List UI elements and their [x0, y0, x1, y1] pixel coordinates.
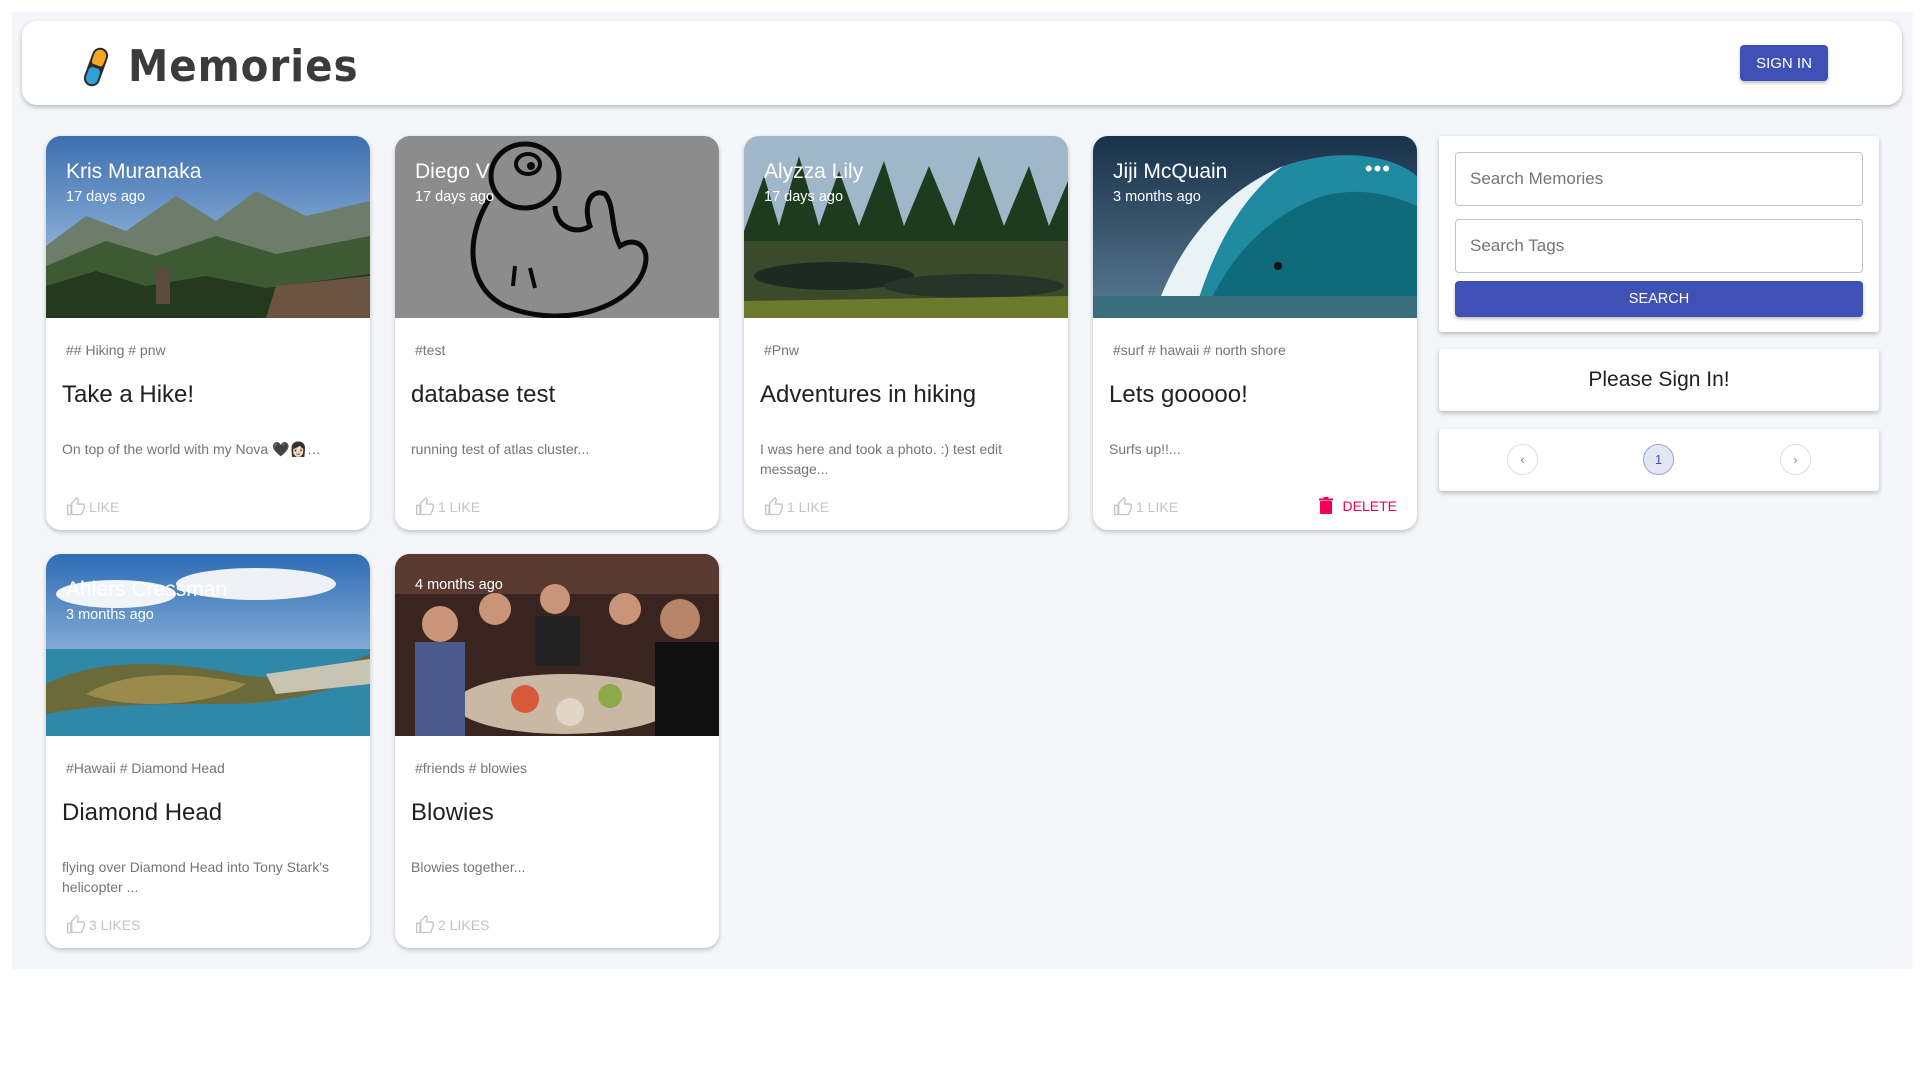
post-card[interactable]: Ahlers Cressman 3 months ago #Hawaii # D… [46, 554, 370, 948]
like-count: Like [89, 499, 120, 515]
post-message: flying over Diamond Head into Tony Stark… [62, 859, 329, 895]
thumb-up-icon [416, 915, 434, 934]
post-card[interactable]: Diego V 17 days ago #test database test … [395, 136, 719, 530]
search-button[interactable]: Search [1455, 281, 1863, 317]
pagination: ‹ 1 › [1439, 429, 1879, 491]
thumb-up-icon [67, 915, 85, 934]
post-title: Adventures in hiking [760, 381, 977, 408]
post-title: Take a Hike! [62, 381, 195, 408]
brand-title: Memories [128, 41, 359, 92]
thumb-up-icon [416, 497, 434, 516]
post-author: Jiji McQuain [1113, 160, 1228, 183]
post-time: 3 months ago [1113, 189, 1201, 205]
page-button-1[interactable]: 1 [1643, 444, 1674, 475]
sign-in-message: Please Sign In! [1588, 368, 1730, 391]
post-tags: #test [415, 342, 446, 358]
sign-in-button[interactable]: Sign In [1740, 45, 1828, 81]
like-button[interactable]: 1 Like [764, 497, 829, 517]
post-message: I was here and took a photo. :) test edi… [760, 441, 1003, 477]
post-time: 17 days ago [66, 189, 146, 205]
post-title: Lets gooooo! [1109, 381, 1248, 408]
thumb-up-icon [1114, 497, 1132, 516]
thumb-up-icon [765, 497, 783, 516]
like-button[interactable]: 2 Likes [415, 915, 489, 935]
post-author: Ahlers Cressman [66, 578, 228, 601]
like-button[interactable]: 3 Likes [66, 915, 140, 935]
sign-in-prompt: Please Sign In! [1439, 349, 1879, 411]
post-tags: ## Hiking # pnw [66, 342, 166, 358]
post-card[interactable]: 4 months ago #friends # blowies Blowies … [395, 554, 719, 948]
search-tags-input[interactable] [1455, 219, 1863, 273]
post-author: Kris Muranaka [66, 160, 202, 183]
post-title: Blowies [411, 799, 494, 826]
search-panel: Search [1439, 136, 1879, 332]
delete-label: Delete [1342, 497, 1397, 514]
app-bar: Memories Sign In [22, 21, 1902, 105]
post-title: database test [411, 381, 556, 408]
thumb-up-icon [67, 497, 85, 516]
post-message: Surfs up!!... [1109, 441, 1181, 457]
post-tags: #friends # blowies [415, 760, 528, 776]
post-message: running test of atlas cluster... [411, 441, 590, 457]
delete-button[interactable]: Delete [1318, 497, 1397, 514]
like-count: 1 Like [438, 499, 481, 515]
post-card[interactable]: Alyzza Lily 17 days ago #Pnw Adventures … [744, 136, 1068, 530]
app-background: Memories Sign In Kris Muranaka 17 days a… [12, 12, 1913, 969]
post-tags: #Pnw [764, 342, 800, 358]
memories-logo-icon [83, 47, 109, 86]
post-author: Diego V [415, 160, 490, 183]
post-message: On top of the world with my Nova 🖤👩🏻… [62, 441, 321, 457]
post-title: Diamond Head [62, 799, 223, 826]
post-time: 17 days ago [764, 189, 844, 205]
post-time: 3 months ago [66, 607, 154, 623]
search-memories-input[interactable] [1455, 152, 1863, 206]
previous-page-button[interactable]: ‹ [1507, 444, 1538, 475]
post-time: 4 months ago [415, 577, 503, 593]
like-button[interactable]: 1 Like [1113, 497, 1178, 517]
post-tags: #surf # hawaii # north shore [1113, 342, 1286, 358]
post-card[interactable]: Jiji McQuain 3 months ago ••• #surf # ha… [1093, 136, 1417, 530]
like-button[interactable]: 1 Like [415, 497, 480, 517]
next-page-button[interactable]: › [1780, 444, 1811, 475]
post-time: 17 days ago [415, 189, 495, 205]
post-card[interactable]: Kris Muranaka 17 days ago ## Hiking # pn… [46, 136, 370, 530]
post-author: Alyzza Lily [764, 160, 864, 183]
brand[interactable]: Memories [80, 41, 379, 92]
like-count: 3 Likes [89, 917, 141, 933]
trash-icon [1318, 497, 1333, 514]
like-count: 1 Like [787, 499, 830, 515]
like-count: 1 Like [1136, 499, 1179, 515]
like-button[interactable]: Like [66, 497, 119, 517]
post-tags: #Hawaii # Diamond Head [66, 760, 225, 776]
post-message: Blowies together... [411, 859, 526, 875]
like-count: 2 Likes [438, 917, 490, 933]
more-options-icon[interactable]: ••• [1365, 156, 1391, 182]
